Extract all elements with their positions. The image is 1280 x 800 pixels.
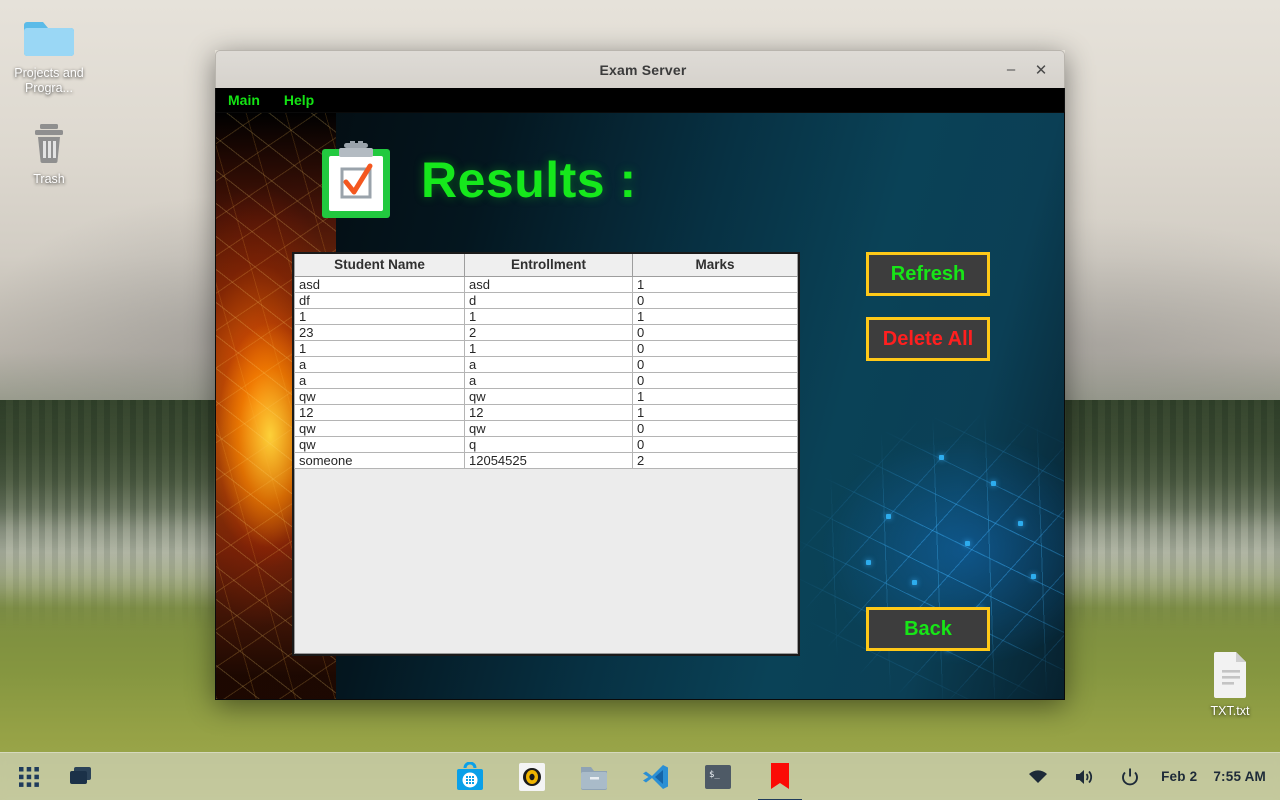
table-body: asd asd 1 df d 0 1 1 1 23 2 0 1 1 0 a a 0 a a 0 qw qw 1 12 12 1 qw q… [294, 275, 798, 469]
cell-marks: 0 [632, 291, 798, 309]
file-manager-icon[interactable] [579, 762, 609, 792]
clipboard-check-icon [321, 141, 391, 219]
column-header-marks[interactable]: Marks [632, 254, 798, 277]
window-content: Results : Student Name Entrollment Marks… [215, 112, 1065, 700]
cell-student-name: 1 [294, 339, 465, 357]
cell-student-name: asd [294, 275, 465, 293]
cell-student-name: qw [294, 419, 465, 437]
table-row[interactable]: aa0 [294, 355, 798, 373]
taskbar-date[interactable]: Feb 2 [1161, 769, 1197, 784]
results-table-container[interactable]: Student Name Entrollment Marks asd asd 1 df… [292, 252, 800, 656]
delete-all-button[interactable]: Delete All [866, 317, 990, 361]
page-title: Results : [421, 152, 637, 208]
table-row[interactable]: asd asd 1 [294, 275, 798, 293]
cell-marks: 0 [632, 435, 798, 453]
page-header: Results : [321, 141, 637, 219]
cell-entrollment: qw [464, 419, 633, 437]
cell-student-name: 1 [294, 307, 465, 325]
media-player-icon[interactable] [517, 762, 547, 792]
menu-item-help[interactable]: Help [284, 92, 314, 108]
cell-student-name: qw [294, 387, 465, 405]
table-row[interactable]: someone 12054525 2 [294, 451, 798, 469]
text-file-icon [1181, 648, 1279, 700]
table-row[interactable]: qw q 0 [294, 435, 798, 453]
volume-icon[interactable] [1069, 762, 1099, 792]
minimize-button[interactable]: – [996, 55, 1026, 85]
table-row[interactable]: df d 0 [294, 291, 798, 309]
cell-entrollment: a [464, 371, 633, 389]
terminal-icon[interactable]: $_ [703, 762, 733, 792]
cell-marks: 0 [632, 323, 798, 341]
cell-entrollment: 12054525 [464, 451, 633, 469]
cell-marks: 2 [632, 451, 798, 469]
cell-student-name: qw [294, 435, 465, 453]
desktop-icon-label: Trash [33, 172, 65, 186]
software-store-icon[interactable] [455, 761, 485, 792]
desktop-icon-trash[interactable]: Trash [0, 116, 98, 187]
cell-student-name: 23 [294, 323, 465, 341]
delete-all-button-label: Delete All [882, 327, 974, 350]
cell-marks: 0 [632, 355, 798, 373]
svg-text:$_: $_ [709, 770, 720, 780]
folder-icon [0, 10, 98, 62]
apps-grid-icon[interactable] [14, 762, 44, 792]
power-icon[interactable] [1115, 762, 1145, 792]
cell-student-name: 12 [294, 403, 465, 421]
refresh-button-label: Refresh [890, 262, 966, 285]
table-row[interactable]: qw qw 1 [294, 387, 798, 405]
table-row[interactable]: qw qw 0 [294, 419, 798, 437]
taskbar: $_ Feb 2 7:55 AM [0, 752, 1280, 800]
back-button-label: Back [904, 617, 952, 640]
cell-entrollment: d [464, 291, 633, 309]
cell-entrollment: a [464, 355, 633, 373]
desktop-icon-projects[interactable]: Projects and Progra... [0, 10, 98, 96]
table-row[interactable]: 111 [294, 307, 798, 325]
results-table: Student Name Entrollment Marks asd asd 1 df… [294, 254, 798, 469]
column-header-entrollment[interactable]: Entrollment [464, 254, 633, 277]
cell-entrollment: q [464, 435, 633, 453]
close-button[interactable]: ✕ [1026, 55, 1056, 85]
bookmark-icon[interactable] [758, 762, 802, 800]
window-titlebar[interactable]: Exam Server – ✕ [215, 50, 1065, 88]
taskbar-time[interactable]: 7:55 AM [1213, 769, 1266, 784]
cell-entrollment: asd [464, 275, 633, 293]
table-row[interactable]: aa0 [294, 371, 798, 389]
cell-student-name: df [294, 291, 465, 309]
workspaces-icon[interactable] [66, 762, 96, 792]
cell-marks: 1 [632, 403, 798, 421]
table-row[interactable]: 110 [294, 339, 798, 357]
cell-student-name: a [294, 355, 465, 373]
refresh-button[interactable]: Refresh [866, 252, 990, 296]
cell-entrollment: 1 [464, 339, 633, 357]
cell-entrollment: 2 [464, 323, 633, 341]
menu-item-main[interactable]: Main [228, 92, 260, 108]
table-header-row: Student Name Entrollment Marks [294, 254, 798, 277]
cell-entrollment: 1 [464, 307, 633, 325]
cell-marks: 1 [632, 307, 798, 325]
back-button[interactable]: Back [866, 607, 990, 651]
desktop-icon-label: TXT.txt [1210, 704, 1250, 718]
cell-marks: 0 [632, 371, 798, 389]
cell-marks: 1 [632, 387, 798, 405]
cell-entrollment: 12 [464, 403, 633, 421]
desktop-icon-label: Projects and Progra... [14, 66, 84, 95]
column-header-student-name[interactable]: Student Name [294, 254, 465, 277]
cell-entrollment: qw [464, 387, 633, 405]
vscode-icon[interactable] [641, 762, 671, 792]
desktop-icon-txt[interactable]: TXT.txt [1181, 648, 1279, 719]
table-row[interactable]: 23 2 0 [294, 323, 798, 341]
wifi-icon[interactable] [1023, 762, 1053, 792]
cell-student-name: someone [294, 451, 465, 469]
cell-marks: 0 [632, 419, 798, 437]
window-menubar: Main Help [215, 88, 1065, 112]
trash-icon [0, 116, 98, 168]
window-title: Exam Server [599, 61, 687, 78]
cell-marks: 1 [632, 275, 798, 293]
exam-server-window: Exam Server – ✕ Main Help Results: Stud… [215, 50, 1065, 700]
table-row[interactable]: 12 12 1 [294, 403, 798, 421]
cell-student-name: a [294, 371, 465, 389]
cell-marks: 0 [632, 339, 798, 357]
